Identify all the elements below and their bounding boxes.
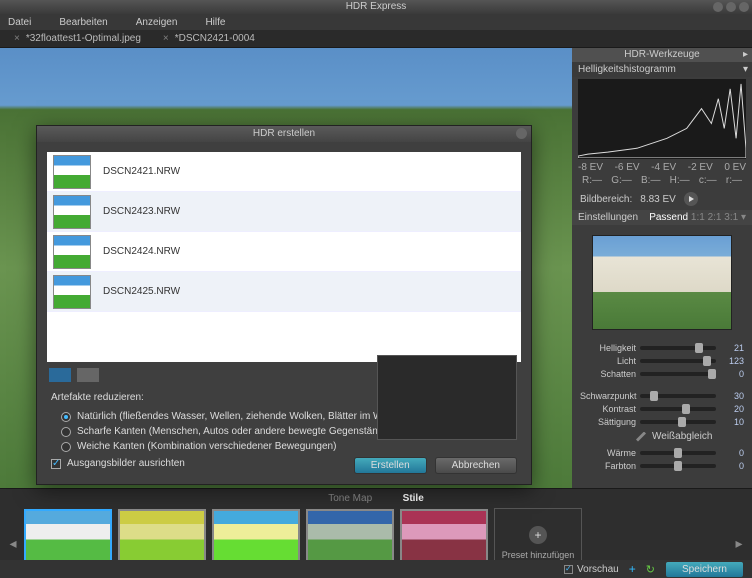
close-tab-icon[interactable]: × xyxy=(163,33,169,44)
zoom-1-1[interactable]: 1:1 xyxy=(691,212,705,223)
style-thumb xyxy=(306,509,394,565)
slider-thumb[interactable] xyxy=(703,356,711,366)
dialog-preview xyxy=(377,355,517,440)
collapse-icon[interactable]: ▸ xyxy=(743,48,748,62)
style-thumb xyxy=(118,509,206,565)
eyedropper-icon[interactable] xyxy=(636,432,646,442)
file-list: DSCN2421.NRW DSCN2423.NRW DSCN2424.NRW D… xyxy=(47,152,521,362)
radio-icon[interactable] xyxy=(61,412,71,422)
tab-icon[interactable] xyxy=(49,368,71,382)
chevron-down-icon[interactable]: ▾ xyxy=(743,64,748,75)
hdr-dialog: HDR erstellen DSCN2421.NRW DSCN2423.NRW … xyxy=(36,125,532,485)
sliders: Helligkeit21Licht123Schatten0Schwarzpunk… xyxy=(572,340,752,474)
file-thumb xyxy=(53,195,91,229)
style-thumb xyxy=(400,509,488,565)
slider-thumb[interactable] xyxy=(708,369,716,379)
menubar: Datei Bearbeiten Anzeigen Hilfe xyxy=(0,14,752,30)
close-icon[interactable] xyxy=(739,2,749,12)
style-thumb xyxy=(212,509,300,565)
list-item[interactable]: DSCN2424.NRW xyxy=(47,232,521,272)
plus-icon: + xyxy=(529,526,547,544)
dialog-title: HDR erstellen xyxy=(37,126,531,142)
slider-thumb[interactable] xyxy=(682,404,690,414)
sidebar: HDR-Werkzeuge▸ Helligkeitshistogramm▾ S … xyxy=(572,48,752,488)
checkbox-icon[interactable] xyxy=(564,565,573,574)
menu-help[interactable]: Hilfe xyxy=(205,17,225,28)
tools-header[interactable]: HDR-Werkzeuge▸ xyxy=(572,48,752,62)
preview-toggle[interactable]: Vorschau xyxy=(564,564,619,575)
maximize-icon[interactable] xyxy=(726,2,736,12)
tab-styles[interactable]: Stile xyxy=(403,493,424,504)
zoom-3-1[interactable]: 3:1 xyxy=(724,212,738,223)
app-title: HDR Express xyxy=(346,1,407,12)
refresh-icon[interactable]: ↻ xyxy=(646,563,655,576)
scroll-left-icon[interactable]: ◂ xyxy=(8,535,18,552)
preview-image[interactable] xyxy=(592,235,732,330)
file-thumb xyxy=(53,275,91,309)
slider-thumb[interactable] xyxy=(695,343,703,353)
create-button[interactable]: Erstellen xyxy=(354,457,427,474)
slider-track[interactable] xyxy=(640,420,716,424)
radio-icon[interactable] xyxy=(61,427,71,437)
list-item[interactable]: DSCN2421.NRW xyxy=(47,152,521,192)
ev-axis: -8 EV-6 EV-4 EV-2 EV0 EV xyxy=(572,162,752,173)
footer: Vorschau + ↻ Speichern xyxy=(0,560,752,578)
slider-track[interactable] xyxy=(640,464,716,468)
slider-track[interactable] xyxy=(640,372,716,376)
canvas[interactable]: HDR erstellen DSCN2421.NRW DSCN2423.NRW … xyxy=(0,48,572,488)
slider-thumb[interactable] xyxy=(674,448,682,458)
slider-track[interactable] xyxy=(640,359,716,363)
tab-tonemap[interactable]: Tone Map xyxy=(328,493,372,504)
style-thumb xyxy=(24,509,112,565)
tab-icon[interactable] xyxy=(77,368,99,382)
radio-soft[interactable]: Weiche Kanten (Kombination verschiedener… xyxy=(51,441,517,452)
slider-thumb[interactable] xyxy=(674,461,682,471)
tab-1[interactable]: ×*DSCN2421-0004 xyxy=(155,31,263,46)
file-thumb xyxy=(53,235,91,269)
menu-file[interactable]: Datei xyxy=(8,17,31,28)
zoom-options: Passend 1:1 2:1 3:1 ▾ xyxy=(649,212,746,223)
scroll-right-icon[interactable]: ▸ xyxy=(734,535,744,552)
slider-track[interactable] xyxy=(640,346,716,350)
settings-header: Einstellungen Passend 1:1 2:1 3:1 ▾ xyxy=(572,210,752,225)
zoom-2-1[interactable]: 2:1 xyxy=(708,212,722,223)
histogram-header[interactable]: Helligkeitshistogramm▾ xyxy=(572,62,752,77)
cancel-button[interactable]: Abbrechen xyxy=(435,457,517,474)
slider-thumb[interactable] xyxy=(678,417,686,427)
slider-track[interactable] xyxy=(640,407,716,411)
image-range: Bildbereich: 8.83 EV xyxy=(572,188,752,210)
radio-icon[interactable] xyxy=(61,442,71,452)
checkbox-icon[interactable] xyxy=(51,459,61,469)
slider-track[interactable] xyxy=(640,451,716,455)
play-button[interactable] xyxy=(684,192,698,206)
titlebar: HDR Express xyxy=(0,0,752,14)
add-icon[interactable]: + xyxy=(629,562,636,576)
menu-edit[interactable]: Bearbeiten xyxy=(59,17,107,28)
bottom-tabs: Tone Map Stile xyxy=(0,489,752,508)
dialog-close-icon[interactable] xyxy=(516,128,527,139)
minimize-icon[interactable] xyxy=(713,2,723,12)
file-thumb xyxy=(53,155,91,189)
slider-thumb[interactable] xyxy=(650,391,658,401)
close-tab-icon[interactable]: × xyxy=(14,33,20,44)
list-item[interactable]: DSCN2425.NRW xyxy=(47,272,521,312)
rgb-readout: R:—G:—B:—H:—c:—r:— xyxy=(572,173,752,188)
menu-view[interactable]: Anzeigen xyxy=(136,17,178,28)
document-tabs: ×*32floattest1-Optimal.jpeg ×*DSCN2421-0… xyxy=(0,30,752,48)
list-item[interactable]: DSCN2423.NRW xyxy=(47,192,521,232)
save-button[interactable]: Speichern xyxy=(665,561,744,578)
slider-track[interactable] xyxy=(640,394,716,398)
histogram xyxy=(578,79,746,159)
zoom-fit[interactable]: Passend xyxy=(649,212,688,223)
tab-0[interactable]: ×*32floattest1-Optimal.jpeg xyxy=(6,31,149,46)
